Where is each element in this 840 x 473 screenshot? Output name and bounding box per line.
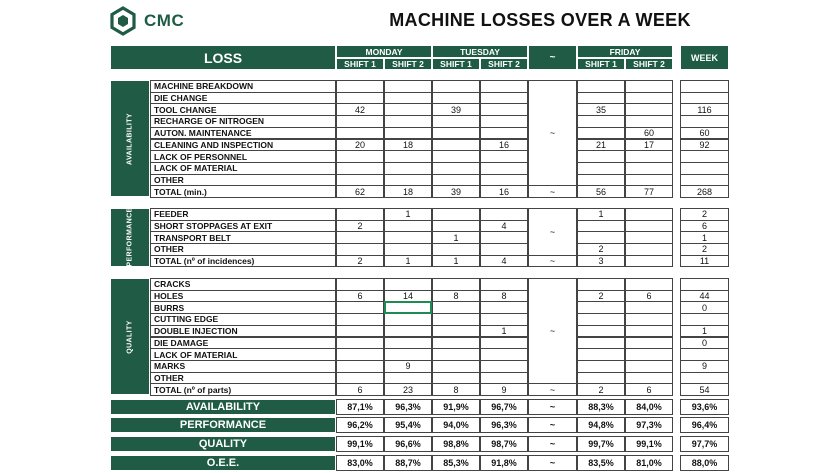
data-cell[interactable]: 1 (384, 254, 432, 268)
kpi-value: 83,0% (336, 455, 384, 471)
kpi-value: 95,4% (384, 417, 432, 433)
data-cell[interactable]: 6 (625, 383, 673, 396)
tilde-cell: ~ (528, 185, 577, 198)
tilde-merged-cell: ~ (528, 80, 577, 187)
data-cell[interactable]: 4 (480, 254, 528, 268)
kpi-label-oee: O.E.E. (110, 455, 336, 471)
kpi-value: 98,8% (432, 436, 480, 452)
kpi-value: 97,3% (625, 417, 673, 433)
kpi-value: 94,8% (577, 417, 625, 433)
kpi-value: 91,9% (432, 399, 480, 415)
section-label-text: PERFORMANCE (126, 207, 134, 267)
kpi-value: 88,7% (384, 455, 432, 471)
section-label-performance: PERFORMANCE (110, 208, 150, 267)
total-label: TOTAL (nº of incidences) (150, 254, 336, 268)
data-cell[interactable] (625, 254, 673, 268)
kpi-value: 91,8% (480, 455, 528, 471)
total-label: TOTAL (min.) (150, 185, 336, 198)
tilde-merged-cell: ~ (528, 278, 577, 385)
selected-cell[interactable] (384, 301, 432, 315)
kpi-value: 87,1% (336, 399, 384, 415)
data-cell[interactable]: 23 (384, 383, 432, 396)
kpi-value: 94,0% (432, 417, 480, 433)
shift-header: SHIFT 2 (384, 58, 432, 70)
losses-spreadsheet: LOSS MONDAY SHIFT 1 SHIFT 2 TUESDAY SHIFT 1 SH… (0, 0, 840, 473)
shift-header: SHIFT 1 (432, 58, 480, 70)
kpi-value: 98,7% (480, 436, 528, 452)
data-cell[interactable]: 62 (336, 185, 384, 198)
kpi-value: 83,5% (577, 455, 625, 471)
kpi-tilde: ~ (528, 436, 577, 452)
section-label-text: AVAILABILITY (126, 112, 134, 165)
kpi-value: 96,2% (336, 417, 384, 433)
kpi-label-availability: AVAILABILITY (110, 399, 336, 415)
kpi-week-value: 97,7% (680, 436, 729, 452)
kpi-value: 84,0% (625, 399, 673, 415)
tilde-merged-cell: ~ (528, 208, 577, 256)
week-total-cell[interactable]: 11 (680, 254, 729, 268)
kpi-value: 99,1% (336, 436, 384, 452)
data-cell[interactable]: 6 (336, 383, 384, 396)
kpi-value: 88,3% (577, 399, 625, 415)
section-label-availability: AVAILABILITY (110, 80, 150, 197)
section-label-text: QUALITY (126, 319, 134, 354)
kpi-value: 99,1% (625, 436, 673, 452)
loss-header: LOSS (110, 45, 336, 70)
kpi-tilde: ~ (528, 455, 577, 471)
data-cell[interactable]: 3 (577, 254, 625, 268)
data-cell[interactable]: 77 (625, 185, 673, 198)
data-cell[interactable]: 1 (432, 254, 480, 268)
week-total-cell[interactable]: 54 (680, 383, 729, 396)
tilde-cell: ~ (528, 254, 577, 268)
kpi-label-performance: PERFORMANCE (110, 417, 336, 433)
kpi-value: 96,6% (384, 436, 432, 452)
kpi-tilde: ~ (528, 399, 577, 415)
day-header: MONDAY (336, 45, 432, 58)
day-header: TUESDAY (432, 45, 528, 58)
kpi-value: 96,3% (480, 417, 528, 433)
kpi-value: 85,3% (432, 455, 480, 471)
kpi-week-value: 88,0% (680, 455, 729, 471)
data-cell[interactable]: 18 (384, 185, 432, 198)
kpi-value: 96,3% (384, 399, 432, 415)
day-header: FRIDAY (577, 45, 673, 58)
data-cell[interactable]: 9 (480, 383, 528, 396)
tilde-header: ~ (528, 45, 577, 70)
kpi-value: 81,0% (625, 455, 673, 471)
week-header: WEEK (680, 45, 729, 70)
shift-header: SHIFT 1 (336, 58, 384, 70)
data-cell[interactable]: 39 (432, 185, 480, 198)
total-label: TOTAL (nº of parts) (150, 383, 336, 396)
section-label-quality: QUALITY (110, 278, 150, 395)
shift-header: SHIFT 2 (480, 58, 528, 70)
kpi-week-value: 96,4% (680, 417, 729, 433)
data-cell[interactable]: 2 (577, 383, 625, 396)
data-cell[interactable]: 16 (480, 185, 528, 198)
data-cell[interactable]: 8 (432, 383, 480, 396)
shift-header: SHIFT 1 (577, 58, 625, 70)
shift-header: SHIFT 2 (625, 58, 673, 70)
kpi-week-value: 93,6% (680, 399, 729, 415)
data-cell[interactable]: 2 (336, 254, 384, 268)
data-cell[interactable]: 56 (577, 185, 625, 198)
kpi-value: 99,7% (577, 436, 625, 452)
kpi-tilde: ~ (528, 417, 577, 433)
kpi-label-quality: QUALITY (110, 436, 336, 452)
tilde-cell: ~ (528, 383, 577, 396)
week-total-cell[interactable]: 268 (680, 185, 729, 198)
kpi-value: 96,7% (480, 399, 528, 415)
